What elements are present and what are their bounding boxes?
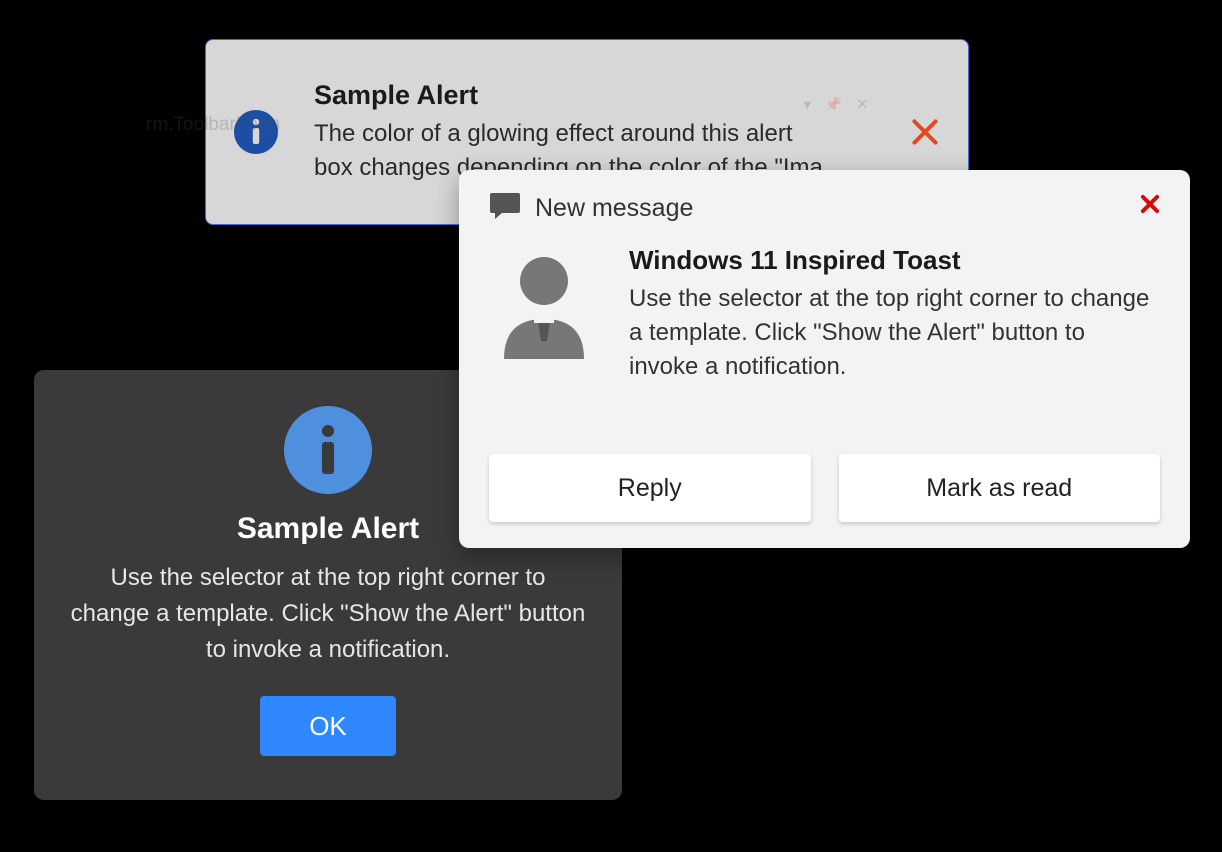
ok-button[interactable]: OK (260, 696, 396, 756)
toast-header: New message (489, 192, 1160, 225)
alert-title: Sample Alert (237, 512, 419, 546)
window-control-ghost-icons: ▾ 📌 ✕ (804, 96, 868, 113)
toast-heading: Windows 11 Inspired Toast (629, 245, 1160, 276)
close-ghost-icon: ✕ (856, 96, 868, 113)
info-icon (284, 406, 372, 494)
background-ghost-text: rm.ToolbarForm (146, 114, 280, 136)
toast-actions: Reply Mark as read (489, 454, 1160, 522)
reply-button[interactable]: Reply (489, 454, 811, 522)
close-icon[interactable] (1138, 192, 1162, 216)
toast-description: Use the selector at the top right corner… (629, 282, 1160, 384)
toast-text: Windows 11 Inspired Toast Use the select… (629, 245, 1160, 432)
win11-toast: New message Windows 11 Inspired Toast Us… (459, 170, 1190, 548)
mark-as-read-button[interactable]: Mark as read (839, 454, 1161, 522)
avatar (489, 245, 599, 432)
toast-body: Windows 11 Inspired Toast Use the select… (489, 245, 1160, 432)
dropdown-icon: ▾ (804, 96, 811, 113)
pin-icon: 📌 (825, 96, 842, 113)
chat-icon (489, 192, 521, 225)
toast-header-title: New message (535, 194, 693, 223)
alert-body-text: Use the selector at the top right corner… (68, 560, 588, 668)
close-icon[interactable] (908, 115, 942, 149)
